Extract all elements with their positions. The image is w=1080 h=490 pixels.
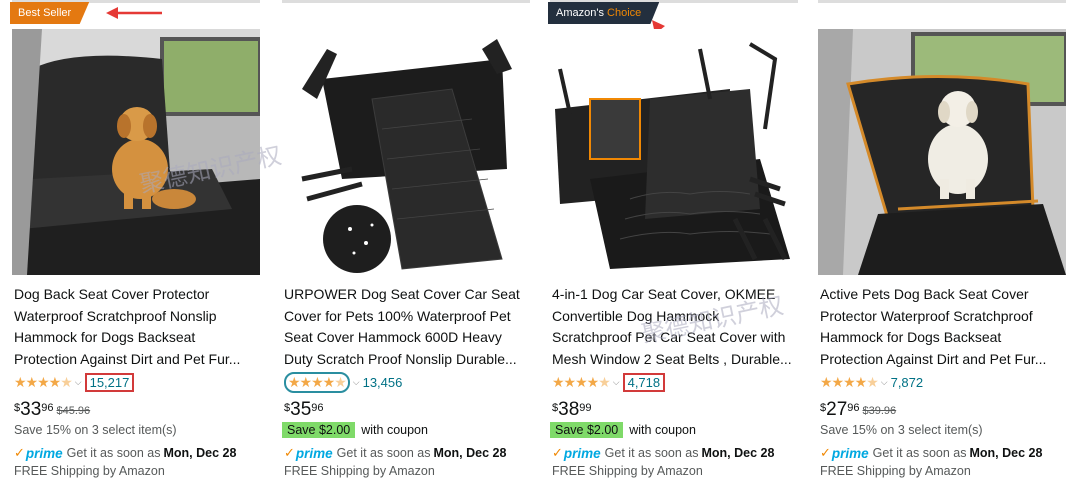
product-title[interactable]: Dog Back Seat Cover Protector Waterproof… [14,284,262,370]
product-image[interactable] [818,29,1066,275]
shipping-text: FREE Shipping by Amazon [284,464,435,478]
rating-row: ★★★★★ ⌵ 7,872 [820,373,923,391]
product-title[interactable]: 4-in-1 Dog Car Seat Cover, OKMEE Convert… [552,284,800,370]
prime-delivery: ✓ prime Get it as soon as Mon, Dec 28 [552,445,774,461]
prime-check-icon: ✓ [820,445,831,460]
savings-text: Save 15% on 3 select item(s) [820,423,983,437]
coupon[interactable]: Save $2.00 with coupon [550,422,696,438]
prime-logo: prime [25,445,63,461]
price-fraction: 96 [41,402,54,414]
prime-delivery: ✓ prime Get it as soon as Mon, Dec 28 [284,445,506,461]
star-rating-icon[interactable]: ★★★★★ [820,374,879,391]
review-count[interactable]: 13,456 [363,375,403,390]
star-rating-icon[interactable]: ★★★★★ [552,374,611,391]
product-image[interactable] [550,29,798,275]
coupon-tag[interactable]: Save $2.00 [282,422,356,438]
price-fraction: 96 [311,402,324,414]
price-whole: 35 [290,399,312,420]
shipping-text: FREE Shipping by Amazon [552,464,703,478]
price-whole: 27 [826,399,848,420]
rating-row: ★★★★★ ⌵ 15,217 [14,372,135,392]
product-image[interactable] [12,29,260,275]
chevron-down-icon[interactable]: ⌵ [881,377,888,388]
product-card[interactable]: Best Seller Dog Back Seat Cover Protecto… [10,0,262,490]
product-title[interactable]: URPOWER Dog Seat Cover Car Seat Cover fo… [284,284,532,370]
delivery-text: Get it as soon as [872,446,967,460]
product-title[interactable]: Active Pets Dog Back Seat Cover Protecto… [820,284,1068,370]
delivery-text: Get it as soon as [336,446,431,460]
prime-logo: prime [295,445,333,461]
review-count[interactable]: 15,217 [84,372,135,392]
coupon-text: with coupon [361,423,428,437]
star-rating-icon[interactable]: ★★★★★ [14,374,73,391]
delivery-text: Get it as soon as [604,446,699,460]
chevron-down-icon[interactable]: ⌵ [75,377,82,388]
product-card[interactable]: Active Pets Dog Back Seat Cover Protecto… [818,0,1068,490]
chevron-down-icon[interactable]: ⌵ [613,377,620,388]
amazons-choice-badge: Amazon's Choice [548,2,660,24]
rating-row: ★★★★★ ⌵ 4,718 [552,372,666,392]
price[interactable]: $ 35 96 [284,399,324,421]
product-card[interactable]: Amazon's Choice 4-in-1 Dog Car Seat Cove… [548,0,800,490]
delivery-date: Mon, Dec 28 [163,446,237,460]
rating-row: ★★★★★ ⌵ 13,456 [284,371,403,393]
chevron-down-icon[interactable]: ⌵ [353,377,360,388]
delivery-date: Mon, Dec 28 [433,446,507,460]
price-whole: 38 [558,399,580,420]
price[interactable]: $ 38 99 [552,399,592,421]
price-whole: 33 [20,399,42,420]
product-image[interactable] [282,29,530,275]
coupon-tag[interactable]: Save $2.00 [550,422,624,438]
price[interactable]: $ 33 96 $45.96 [14,399,90,421]
coupon-text: with coupon [629,423,696,437]
review-count[interactable]: 4,718 [622,372,666,392]
star-rating-icon[interactable]: ★★★★★ [284,371,350,393]
annotation-arrow-icon [106,7,162,19]
badge-suffix: Choice [607,7,642,19]
prime-check-icon: ✓ [14,445,25,460]
shipping-text: FREE Shipping by Amazon [14,464,165,478]
savings-text: Save 15% on 3 select item(s) [14,423,177,437]
coupon[interactable]: Save $2.00 with coupon [282,422,428,438]
delivery-date: Mon, Dec 28 [969,446,1043,460]
shipping-text: FREE Shipping by Amazon [820,464,971,478]
prime-check-icon: ✓ [284,445,295,460]
price-fraction: 96 [847,402,860,414]
badge-prefix: Amazon's [556,7,604,19]
prime-delivery: ✓ prime Get it as soon as Mon, Dec 28 [14,445,236,461]
prime-check-icon: ✓ [552,445,563,460]
delivery-date: Mon, Dec 28 [701,446,775,460]
list-price: $39.96 [862,405,897,417]
list-price: $45.96 [56,405,91,417]
review-count[interactable]: 7,872 [891,375,924,390]
price-fraction: 99 [579,402,592,414]
delivery-text: Get it as soon as [66,446,161,460]
prime-logo: prime [563,445,601,461]
prime-delivery: ✓ prime Get it as soon as Mon, Dec 28 [820,445,1042,461]
price[interactable]: $ 27 96 $39.96 [820,399,896,421]
prime-logo: prime [831,445,869,461]
product-card[interactable]: URPOWER Dog Seat Cover Car Seat Cover fo… [282,0,532,490]
best-seller-badge: Best Seller [10,2,90,24]
